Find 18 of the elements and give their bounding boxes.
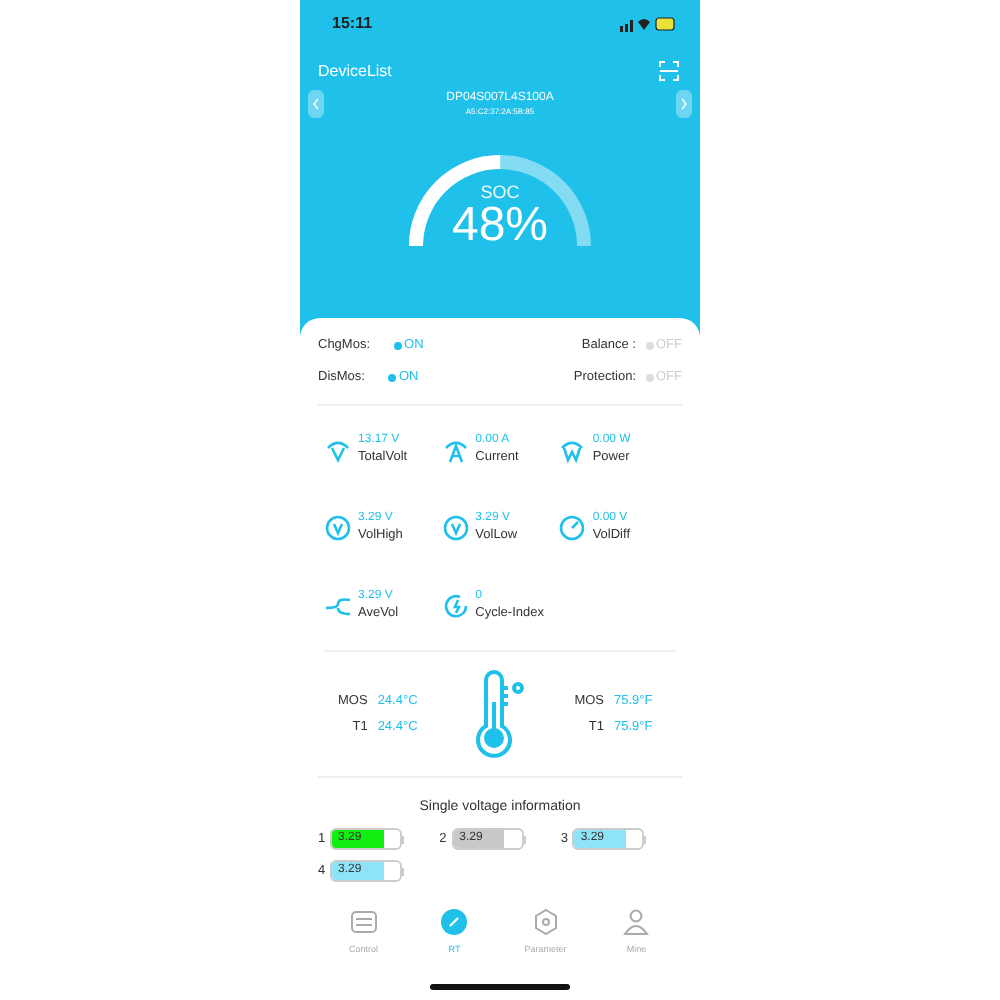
voltage-down-icon [441, 513, 470, 541]
gauge-icon [438, 906, 471, 938]
gauge-icon [558, 513, 587, 541]
chevron-right-icon [680, 98, 688, 110]
sliders-icon [347, 906, 380, 938]
chevron-left-icon [312, 98, 320, 110]
status-icons [620, 15, 676, 31]
gauge-label: SOC [478, 182, 522, 202]
status-time: 15:11 [332, 14, 373, 32]
scan-icon[interactable] [658, 60, 680, 82]
hexagon-icon [529, 906, 562, 938]
header-title[interactable]: DeviceList [318, 62, 392, 80]
voltage-up-icon [324, 513, 352, 541]
next-button[interactable] [676, 90, 692, 118]
cycle-icon [441, 591, 470, 619]
previous-button[interactable] [308, 90, 324, 118]
person-icon [620, 906, 653, 938]
soc-value: 48% [449, 202, 551, 250]
